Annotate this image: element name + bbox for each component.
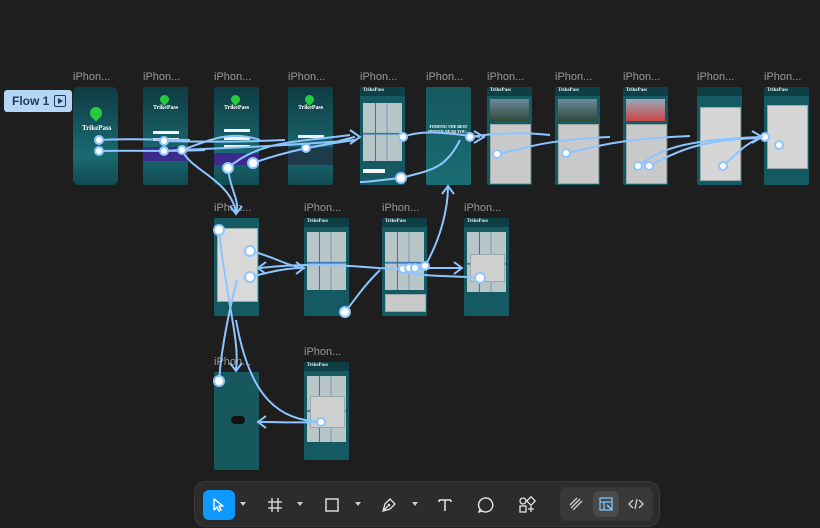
- pen-icon: [382, 498, 396, 512]
- comment-tool[interactable]: [474, 490, 498, 520]
- draw-icon: [569, 497, 583, 511]
- code-icon: [628, 498, 644, 510]
- design-mode[interactable]: [593, 491, 619, 517]
- connection-line: [98, 138, 191, 141]
- frame-tool[interactable]: [263, 490, 287, 520]
- connection-line: [722, 136, 766, 167]
- actions-icon: [519, 496, 536, 513]
- connection-line: [344, 269, 381, 313]
- comment-icon: [477, 497, 494, 514]
- rectangle-icon: [325, 498, 339, 512]
- design-icon: [599, 497, 613, 511]
- frame-icon: [268, 498, 282, 512]
- connection-line: [181, 149, 237, 213]
- connection-line: [249, 267, 303, 278]
- actions-tool[interactable]: [514, 490, 540, 520]
- chevron-down-icon[interactable]: [240, 502, 246, 506]
- connection-line: [218, 229, 238, 371]
- main-toolbar: [194, 481, 660, 527]
- dev-mode[interactable]: [623, 491, 649, 517]
- chevron-down-icon[interactable]: [355, 502, 361, 506]
- connection-line: [359, 177, 402, 183]
- connection-line: [235, 319, 322, 423]
- chevron-down-icon[interactable]: [412, 502, 418, 506]
- play-frame-icon[interactable]: [54, 95, 66, 107]
- flow-label: Flow 1: [12, 94, 50, 108]
- connection-line: [424, 185, 449, 267]
- mode-switcher: [560, 487, 653, 521]
- text-tool[interactable]: [433, 490, 457, 520]
- connection-line: [227, 167, 238, 213]
- connection-line: [259, 263, 404, 271]
- text-icon: [438, 499, 452, 511]
- pen-tool[interactable]: [377, 490, 401, 520]
- connection-line: [496, 136, 611, 155]
- rectangle-tool[interactable]: [320, 490, 344, 520]
- cursor-icon: [213, 498, 224, 512]
- chevron-down-icon[interactable]: [297, 502, 303, 506]
- connection-line: [400, 139, 461, 179]
- draw-mode[interactable]: [563, 491, 589, 517]
- move-tool[interactable]: [203, 490, 235, 520]
- flow-starting-point[interactable]: Flow 1: [4, 90, 72, 112]
- prototype-connections: [94, 129, 784, 429]
